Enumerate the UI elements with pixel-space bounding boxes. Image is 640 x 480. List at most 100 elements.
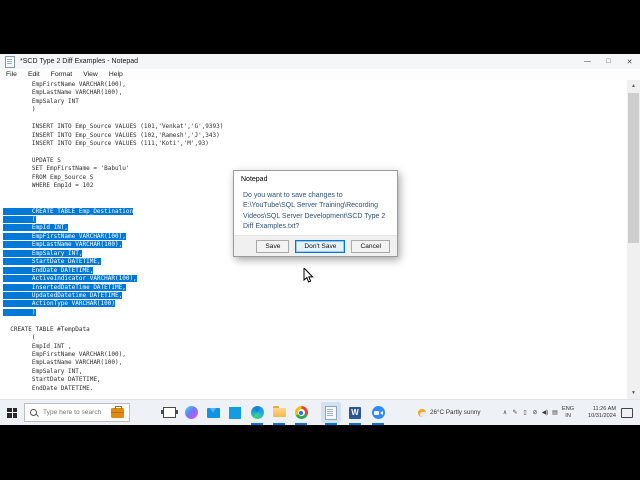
briefcase-icon — [111, 405, 124, 418]
window-controls: — □ ✕ — [577, 54, 640, 69]
cancel-button[interactable]: Cancel — [351, 239, 390, 253]
pen-icon[interactable]: ✎ — [510, 409, 520, 416]
edge-button[interactable] — [246, 400, 268, 425]
weather-widget[interactable]: 26°C Partly sunny — [418, 400, 480, 425]
chevron-up-icon[interactable]: ∧ — [500, 409, 510, 416]
bluetooth-off-icon[interactable]: ⊘ — [530, 409, 540, 416]
selected-text: CREATE TABLE Emp_Destination — [3, 207, 134, 215]
mail-button[interactable] — [202, 400, 224, 425]
running-indicator — [372, 423, 384, 425]
scrollbar-thumb[interactable] — [628, 93, 639, 243]
selected-text: EmpId INT, — [3, 224, 69, 232]
scroll-up-arrow-icon[interactable]: ▲ — [627, 80, 640, 92]
notepad-menubar: File Edit Format View Help — [0, 69, 640, 80]
editor-line: UPDATE S — [3, 157, 223, 165]
save-button[interactable]: Save — [256, 239, 290, 253]
running-indicator — [325, 423, 337, 425]
vscode-icon — [229, 406, 241, 419]
selected-text: EmpLastName VARCHAR(100), — [3, 241, 123, 249]
code-text: UPDATE S — [3, 156, 61, 164]
desktop: *SCD Type 2 Diff Examples - Notepad — □ … — [0, 54, 640, 425]
editor-line: ActionType VARCHAR(100) — [3, 300, 223, 308]
task-view-button[interactable] — [158, 400, 180, 425]
dialog-button-row: Save Don't Save Cancel — [234, 235, 397, 256]
selected-text: UpdatedDatetime DATETIME, — [3, 291, 123, 299]
editor-line: EmpFirstName VARCHAR(100), — [3, 81, 223, 89]
system-tray: ∧ ✎ ▯ ⊘ ◀) ▤ — [500, 400, 560, 425]
editor-line: ( — [3, 216, 223, 224]
menu-item-file[interactable]: File — [6, 71, 17, 78]
chrome-button[interactable] — [290, 400, 312, 425]
battery-icon[interactable]: ▯ — [520, 409, 530, 416]
window-title: *SCD Type 2 Diff Examples - Notepad — [20, 58, 139, 65]
code-text: ( — [3, 334, 36, 342]
search-input[interactable] — [41, 408, 115, 417]
file-explorer-button[interactable] — [268, 400, 290, 425]
editor-line: CREATE TABLE #TempData — [3, 326, 223, 334]
dialog-message: Do you want to save changes to E:\YouTube… — [243, 191, 393, 232]
editor-line: INSERT INTO Emp_Source VALUES (111,'Koti… — [3, 140, 223, 148]
touch-indicator-icon[interactable]: ▤ — [550, 409, 560, 416]
scroll-down-arrow-icon[interactable]: ▼ — [627, 387, 640, 399]
menu-item-help[interactable]: Help — [109, 71, 123, 78]
selected-text: InsertedDateTime DATETIME, — [3, 283, 126, 291]
volume-icon[interactable]: ◀) — [540, 409, 550, 416]
editor-line: CREATE TABLE Emp_Destination — [3, 207, 223, 216]
editor-line: EmpLastName VARCHAR(100), — [3, 89, 223, 97]
maximize-button[interactable]: □ — [598, 54, 619, 69]
editor-line: ) — [3, 106, 223, 114]
clock-date: 10/31/2024 — [588, 412, 616, 419]
editor-line: FROM Emp_Source S — [3, 174, 223, 182]
chrome-icon — [294, 406, 308, 419]
zoom-button[interactable] — [367, 400, 389, 425]
taskbar-clock[interactable]: 11:26 AM 10/31/2024 — [578, 400, 616, 425]
vertical-scrollbar[interactable]: ▲ ▼ — [627, 80, 640, 399]
menu-item-edit[interactable]: Edit — [28, 71, 40, 78]
menu-item-format[interactable]: Format — [51, 71, 73, 78]
edge-icon — [250, 406, 264, 419]
editor-line: EmpLastName VARCHAR(100), — [3, 241, 223, 249]
notepad-taskbar-button[interactable] — [320, 400, 342, 425]
language-indicator[interactable]: ENG IN — [562, 400, 574, 425]
editor-line: EmpLastName VARCHAR(100), — [3, 359, 223, 367]
selected-text: EmpSalary INT, — [3, 249, 83, 257]
zoom-icon — [371, 406, 385, 419]
code-text: CREATE TABLE #TempData — [3, 325, 90, 333]
notepad-titlebar[interactable]: *SCD Type 2 Diff Examples - Notepad — □ … — [0, 54, 640, 69]
code-text: FROM Emp_Source S — [3, 173, 94, 181]
word-icon: W — [349, 406, 361, 419]
notification-center-icon[interactable] — [621, 408, 633, 418]
taskbar-search[interactable] — [24, 403, 130, 422]
editor-line: INSERT INTO Emp_Source VALUES (101,'Venk… — [3, 123, 223, 131]
editor-line: EmpSalary INT, — [3, 368, 223, 376]
vscode-button[interactable] — [224, 400, 246, 425]
code-text: StartDate DATETIME, — [3, 376, 101, 384]
code-text: EmpSalary INT, — [3, 367, 83, 375]
selected-text: ActiveIndicator VARCHAR(100), — [3, 275, 137, 283]
close-button[interactable]: ✕ — [619, 54, 640, 69]
don-t-save-button[interactable]: Don't Save — [295, 239, 346, 253]
task-view-icon — [160, 407, 178, 418]
editor-line: EmpId INT , — [3, 343, 223, 351]
editor-line: ( — [3, 334, 223, 342]
copilot-button[interactable] — [180, 400, 202, 425]
menu-item-view[interactable]: View — [83, 71, 98, 78]
editor-line: EmpFirstName VARCHAR(100), — [3, 232, 223, 241]
editor-line: EndDate DATETIME. — [3, 385, 223, 393]
start-button[interactable] — [2, 400, 22, 425]
editor-line: EmpSalary INT, — [3, 249, 223, 258]
minimize-button[interactable]: — — [577, 54, 598, 69]
editor-line: InsertedDateTime DATETIME, — [3, 283, 223, 292]
running-indicator — [349, 423, 361, 425]
word-button[interactable]: W — [344, 400, 366, 425]
dialog-title: Notepad — [241, 176, 268, 183]
editor-line: SET EmpFirstName = 'Babulu' — [3, 165, 223, 173]
dialog-message-line: Do you want to save changes to — [243, 192, 343, 199]
language-line2: IN — [565, 412, 571, 419]
code-text: ) — [3, 106, 36, 114]
code-text: EmpLastName VARCHAR(100), — [3, 359, 123, 367]
